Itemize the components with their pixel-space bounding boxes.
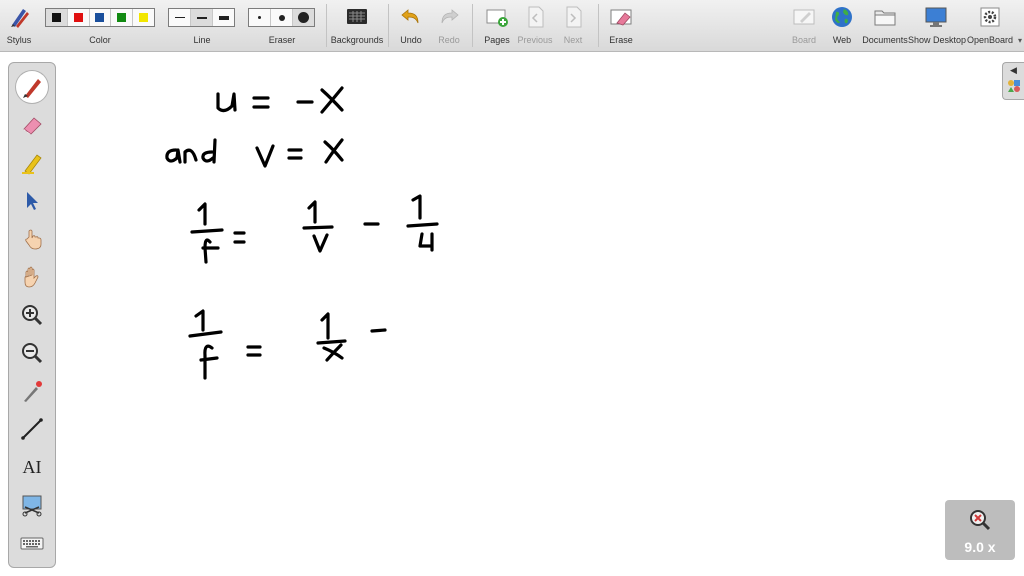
line-width-selector: [168, 8, 235, 27]
eraser-small-button[interactable]: [249, 9, 271, 26]
previous-label: Previous: [517, 35, 553, 45]
line-icon: [20, 417, 44, 441]
stylus-label: Stylus: [6, 35, 32, 45]
settings-gear-icon: [978, 5, 1002, 29]
next-page-button[interactable]: Next: [554, 0, 592, 51]
toolbar: Stylus Color Line Eraser Backgrounds Und…: [0, 0, 1024, 52]
eraser-tool-button[interactable]: [16, 109, 48, 141]
undo-icon: [399, 5, 423, 29]
previous-page-icon: [523, 5, 547, 29]
eraser-icon: [20, 113, 44, 137]
eraser-size-selector: [248, 8, 315, 27]
zoom-indicator[interactable]: 9.0 x: [945, 500, 1015, 560]
openboard-button[interactable]: OpenBoard ▾: [964, 0, 1022, 51]
line-tool-button[interactable]: [16, 413, 48, 445]
color-swatch-blue[interactable]: [90, 9, 112, 26]
undo-button[interactable]: Undo: [394, 0, 428, 51]
folder-icon: [873, 5, 897, 29]
erase-button[interactable]: Erase: [602, 0, 640, 51]
monitor-icon: [924, 5, 948, 29]
web-button[interactable]: Web: [824, 0, 860, 51]
show-desktop-button[interactable]: Show Desktop: [908, 0, 967, 51]
stylus-button[interactable]: Stylus: [2, 0, 36, 51]
interact-tool-button[interactable]: [16, 223, 48, 255]
board-button[interactable]: Board: [786, 0, 822, 51]
zoom-magnifier-icon: [968, 508, 992, 532]
line-medium-button[interactable]: [191, 9, 213, 26]
redo-button[interactable]: Redo: [432, 0, 466, 51]
color-swatch-black[interactable]: [46, 9, 68, 26]
stylus-icon: [7, 5, 31, 29]
next-page-icon: [561, 5, 585, 29]
toolbar-divider: [388, 4, 389, 47]
erase-label: Erase: [609, 35, 633, 45]
color-selector: [45, 8, 155, 27]
zoom-in-icon: [20, 303, 44, 327]
documents-label: Documents: [862, 35, 908, 45]
undo-label: Undo: [400, 35, 422, 45]
whiteboard-canvas[interactable]: [60, 52, 1000, 576]
marker-tool-button[interactable]: [16, 147, 48, 179]
color-swatch-green[interactable]: [111, 9, 134, 26]
documents-button[interactable]: Documents: [862, 0, 908, 51]
interact-icon: [20, 227, 44, 251]
line-label: Line: [193, 35, 211, 45]
laser-pointer-tool-button[interactable]: [16, 375, 48, 407]
keyboard-icon: [20, 531, 44, 555]
backgrounds-button[interactable]: Backgrounds: [330, 0, 384, 51]
hand-tool-button[interactable]: [16, 261, 48, 293]
pages-button[interactable]: Pages: [478, 0, 516, 51]
line-thin-button[interactable]: [169, 9, 191, 26]
eraser-large-button[interactable]: [293, 9, 314, 26]
board-icon: [792, 5, 816, 29]
web-label: Web: [832, 35, 852, 45]
next-label: Next: [563, 35, 583, 45]
selector-tool-button[interactable]: [16, 185, 48, 217]
globe-icon: [830, 5, 854, 29]
pen-tool-button[interactable]: [16, 71, 48, 103]
library-panel-toggle[interactable]: ◀: [1002, 62, 1024, 100]
text-tool-button[interactable]: AI: [16, 451, 48, 483]
color-group: Color: [44, 0, 156, 51]
marker-icon: [20, 151, 44, 175]
show-desktop-label: Show Desktop: [908, 35, 967, 45]
eraser-medium-button[interactable]: [271, 9, 293, 26]
toolbar-divider: [598, 4, 599, 47]
keyboard-tool-button[interactable]: [16, 527, 48, 559]
capture-icon: [20, 493, 44, 517]
zoom-in-tool-button[interactable]: [16, 299, 48, 331]
library-icon: [1007, 79, 1021, 98]
color-swatch-yellow[interactable]: [133, 9, 154, 26]
board-label: Board: [791, 35, 817, 45]
selector-icon: [20, 189, 44, 213]
pen-icon: [20, 75, 44, 99]
hand-icon: [20, 265, 44, 289]
erase-board-icon: [609, 5, 633, 29]
eraser-group: Eraser: [248, 0, 316, 51]
previous-page-button[interactable]: Previous: [516, 0, 554, 51]
chevron-down-icon[interactable]: ▾: [1018, 36, 1022, 45]
laser-pointer-icon: [20, 379, 44, 403]
capture-tool-button[interactable]: [16, 489, 48, 521]
redo-label: Redo: [438, 35, 460, 45]
add-page-icon: [485, 5, 509, 29]
toolbar-divider: [326, 4, 327, 47]
tool-palette: AI: [8, 62, 56, 568]
eraser-label: Eraser: [268, 35, 296, 45]
color-swatch-red[interactable]: [68, 9, 90, 26]
zoom-out-icon: [20, 341, 44, 365]
line-thick-button[interactable]: [213, 9, 234, 26]
chevron-left-icon: ◀: [1010, 64, 1017, 75]
color-label: Color: [89, 35, 111, 45]
openboard-label: OpenBoard: [966, 35, 1014, 45]
toolbar-divider: [472, 4, 473, 47]
text-icon: AI: [22, 456, 42, 477]
backgrounds-icon: [345, 5, 369, 29]
line-group: Line: [168, 0, 236, 51]
zoom-out-tool-button[interactable]: [16, 337, 48, 369]
backgrounds-label: Backgrounds: [330, 35, 384, 45]
zoom-value: 9.0 x: [964, 539, 996, 555]
redo-icon: [437, 5, 461, 29]
pages-label: Pages: [484, 35, 510, 45]
